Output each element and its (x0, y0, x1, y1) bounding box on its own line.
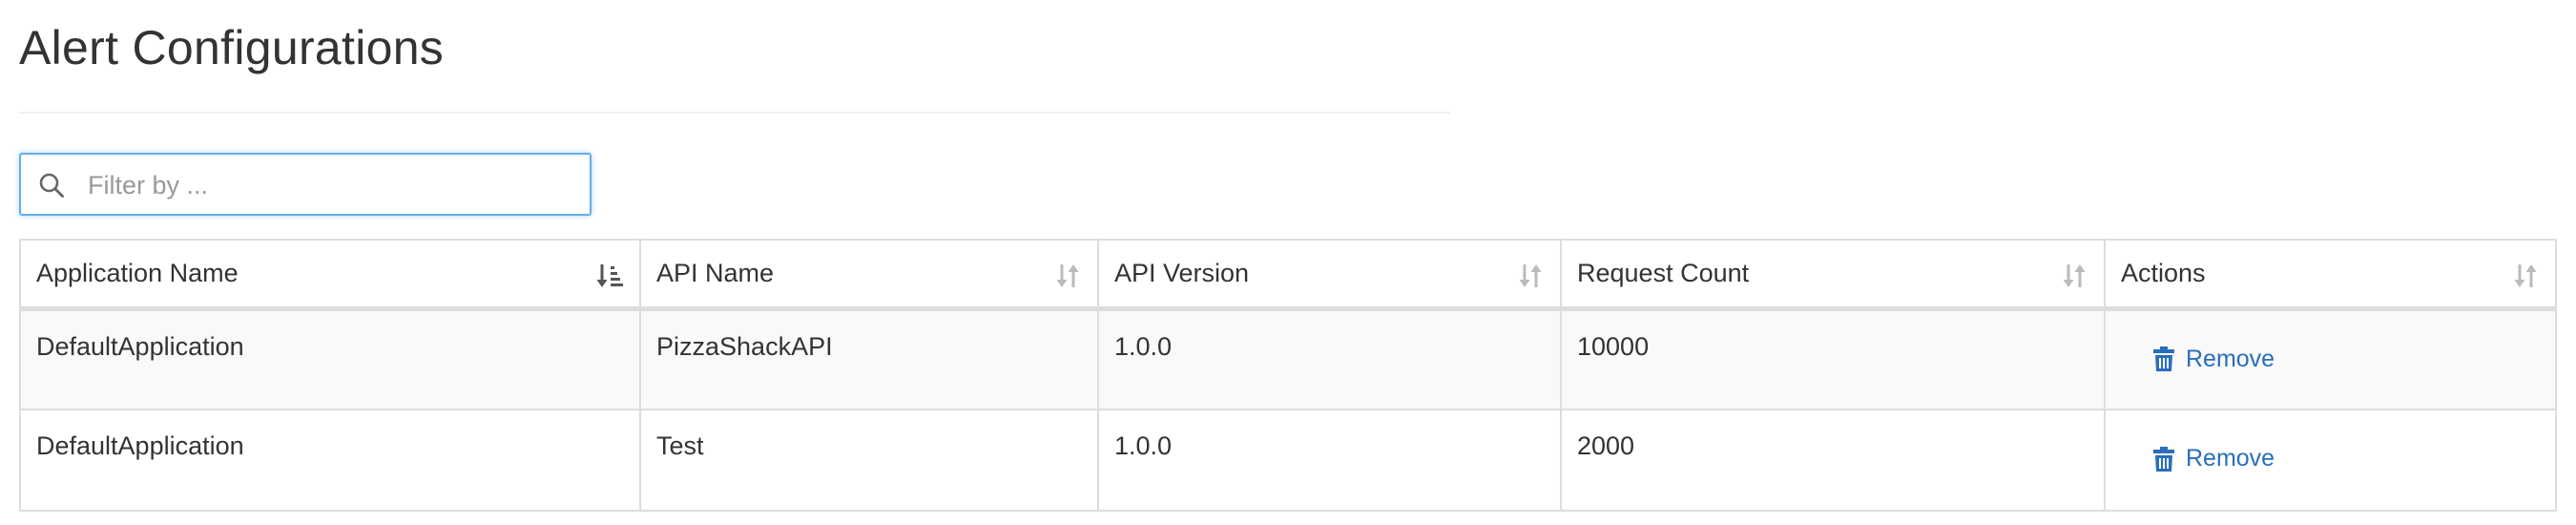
table-row: DefaultApplication Test 1.0.0 2000 Remov… (19, 409, 2557, 512)
filter-input[interactable] (86, 160, 586, 210)
title-divider (19, 112, 1450, 114)
table-row: DefaultApplication PizzaShackAPI 1.0.0 1… (19, 307, 2557, 410)
sort-alpha-down-icon[interactable] (595, 262, 624, 290)
cell-api-version: 1.0.0 (1097, 409, 1562, 512)
cell-actions: Remove (2104, 307, 2557, 410)
alerts-table: Application Name API Name API Version Re… (19, 239, 2557, 512)
cell-api-version: 1.0.0 (1097, 307, 1562, 410)
sort-icon[interactable] (2060, 262, 2088, 290)
table-header-row: Application Name API Name API Version Re… (19, 239, 2557, 311)
search-icon (39, 173, 64, 198)
cell-application-name: DefaultApplication (19, 307, 641, 410)
remove-button-label: Remove (2186, 345, 2275, 372)
column-header-label: Application Name (36, 258, 239, 287)
trash-icon (2153, 346, 2174, 371)
remove-button-label: Remove (2186, 445, 2275, 472)
remove-button[interactable]: Remove (2153, 346, 2275, 373)
column-header-request-count[interactable]: Request Count (1560, 239, 2106, 311)
cell-api-name: Test (639, 409, 1099, 512)
column-header-api-name[interactable]: API Name (639, 239, 1099, 311)
cell-application-name: DefaultApplication (19, 409, 641, 512)
column-header-api-version[interactable]: API Version (1097, 239, 1562, 311)
cell-actions: Remove (2104, 409, 2557, 512)
alert-configurations-page: Alert Configurations Application Name (0, 0, 2576, 525)
sort-icon[interactable] (1053, 262, 1082, 290)
column-header-label: API Version (1114, 258, 1250, 287)
column-header-label: Actions (2121, 258, 2206, 287)
column-header-label: API Name (656, 258, 775, 287)
cell-request-count: 10000 (1560, 307, 2106, 410)
remove-button[interactable]: Remove (2153, 445, 2275, 472)
filter-search-box[interactable] (19, 153, 592, 216)
cell-api-name: PizzaShackAPI (639, 307, 1099, 410)
page-title: Alert Configurations (19, 21, 445, 74)
column-header-label: Request Count (1577, 258, 1750, 287)
cell-request-count: 2000 (1560, 409, 2106, 512)
column-header-actions[interactable]: Actions (2104, 239, 2557, 311)
sort-icon[interactable] (1516, 262, 1545, 290)
sort-icon[interactable] (2511, 262, 2540, 290)
column-header-application-name[interactable]: Application Name (19, 239, 641, 311)
trash-icon (2153, 446, 2174, 472)
